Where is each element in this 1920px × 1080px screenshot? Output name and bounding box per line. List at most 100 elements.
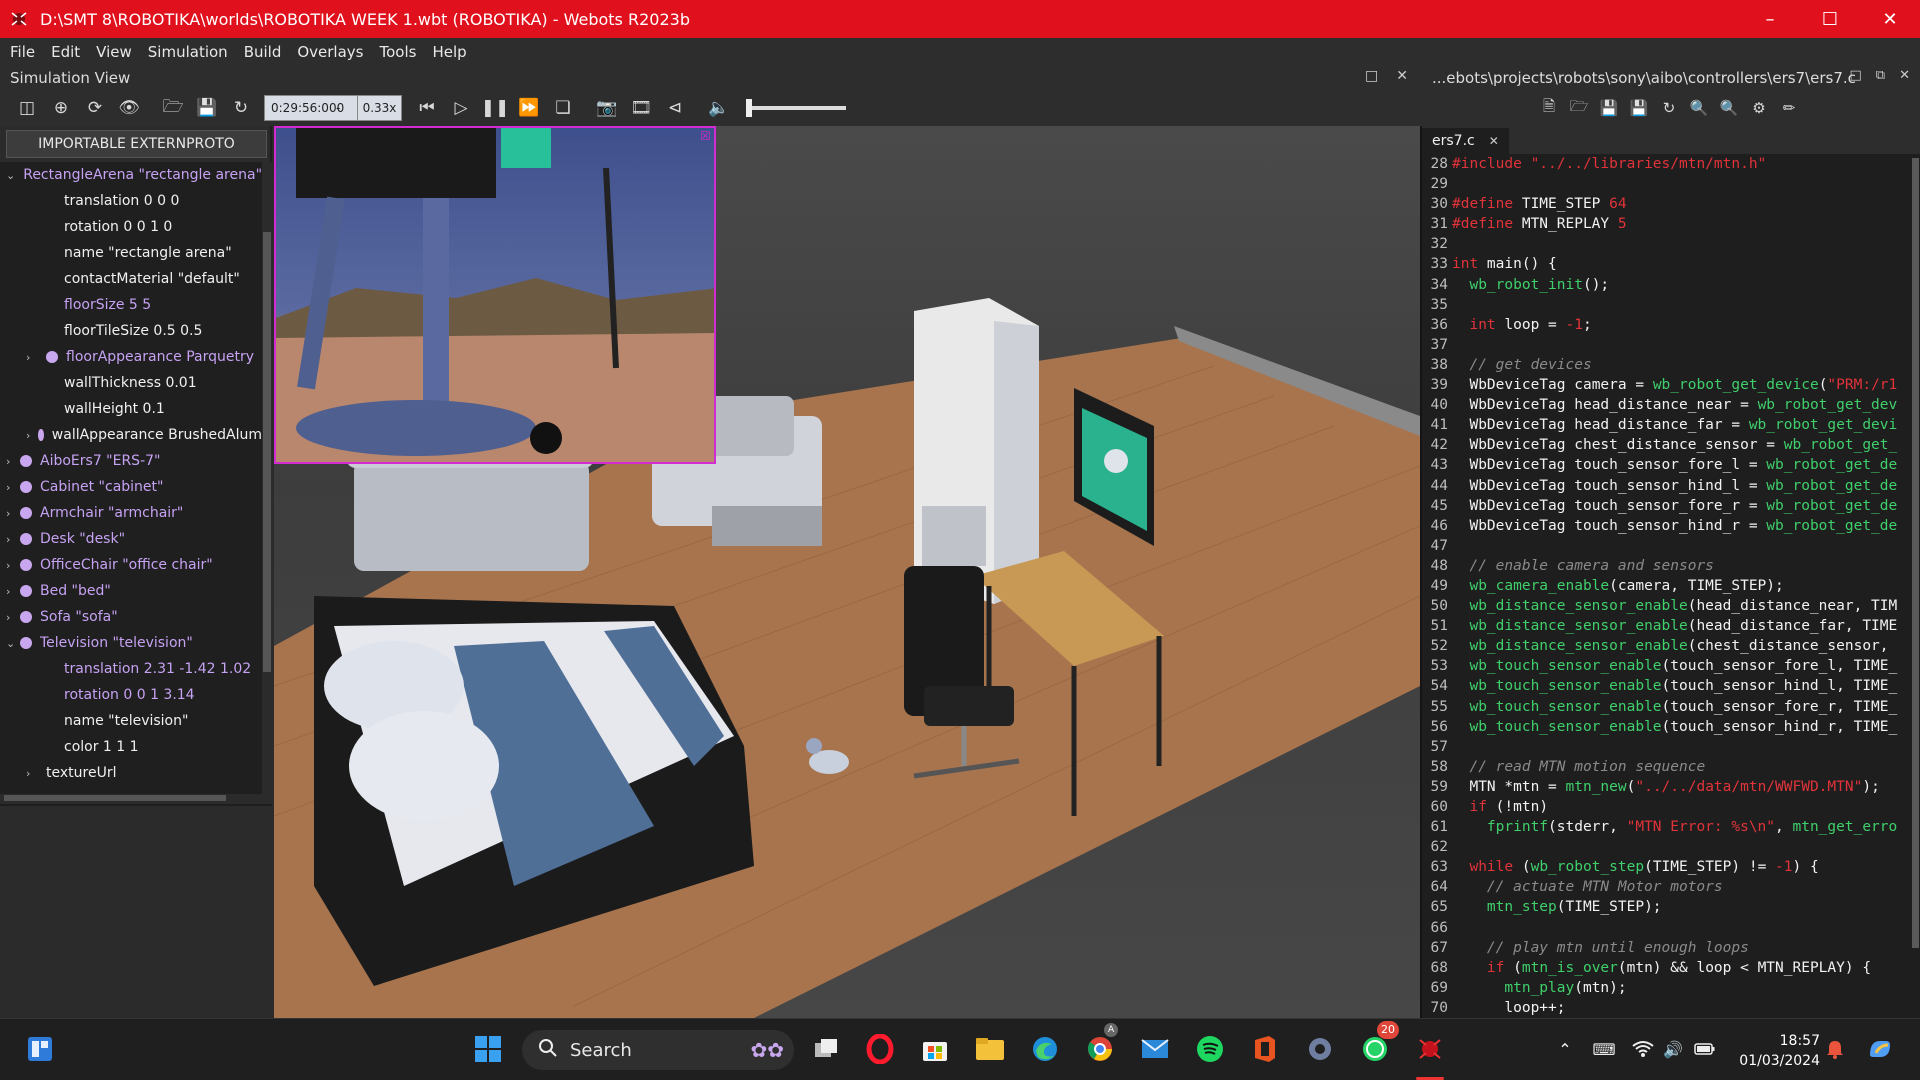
maximize-button[interactable]: ☐: [1800, 0, 1860, 38]
chrome-icon[interactable]: A: [1082, 1023, 1119, 1067]
notification-bell-icon[interactable]: [1822, 1031, 1848, 1067]
code-line[interactable]: 62: [1422, 839, 1910, 859]
tree-node[interactable]: › Armchair "armchair": [0, 500, 262, 526]
close-panel-icon[interactable]: ✕: [1396, 68, 1408, 84]
code-line[interactable]: 36 int loop = -1;: [1422, 317, 1910, 337]
tree-node[interactable]: › Cabinet "cabinet": [0, 474, 262, 500]
menu-tools[interactable]: Tools: [373, 43, 422, 61]
code-line[interactable]: 30 #define TIME_STEP 64: [1422, 196, 1910, 216]
tree-node[interactable]: rotation 0 0 1 0: [0, 214, 262, 240]
code-line[interactable]: 52 wb_distance_sensor_enable(chest_dista…: [1422, 638, 1910, 658]
code-line[interactable]: 33 int main() {: [1422, 256, 1910, 276]
open-file-icon[interactable]: 🗁: [1564, 93, 1594, 123]
maximize-panel-icon[interactable]: ⧉: [1876, 68, 1885, 83]
save-file-icon[interactable]: 💾: [1594, 93, 1624, 123]
code-line[interactable]: 57: [1422, 739, 1910, 759]
file-explorer-icon[interactable]: [972, 1031, 1008, 1067]
tab-ers7-c[interactable]: ers7.c ✕: [1422, 128, 1509, 154]
code-line[interactable]: 29: [1422, 176, 1910, 196]
webots-taskbar-icon[interactable]: [1412, 1031, 1448, 1067]
code-line[interactable]: 56 wb_touch_sensor_enable(touch_sensor_h…: [1422, 719, 1910, 739]
screenshot-icon[interactable]: 📷: [590, 93, 624, 123]
tree-node[interactable]: › wallAppearance BrushedAlum: [0, 422, 262, 448]
expand-chevron-right-icon[interactable]: ›: [6, 481, 20, 494]
tree-node[interactable]: › OfficeChair "office chair": [0, 552, 262, 578]
minimize-button[interactable]: –: [1740, 0, 1800, 38]
code-line[interactable]: 41 WbDeviceTag head_distance_far = wb_ro…: [1422, 417, 1910, 437]
code-line[interactable]: 61 fprintf(stderr, "MTN Error: %s\n", mt…: [1422, 819, 1910, 839]
code-line[interactable]: 65 mtn_step(TIME_STEP);: [1422, 899, 1910, 919]
close-panel-icon[interactable]: ✕: [1899, 68, 1910, 83]
undock-icon[interactable]: □: [1850, 68, 1862, 83]
code-line[interactable]: 38 // get devices: [1422, 357, 1910, 377]
menu-help[interactable]: Help: [426, 43, 472, 61]
revert-icon[interactable]: ↻: [1654, 93, 1684, 123]
office-icon[interactable]: [1247, 1031, 1283, 1067]
close-tab-icon[interactable]: ✕: [1489, 134, 1499, 148]
expand-chevron-right-icon[interactable]: ›: [6, 611, 20, 624]
tree-node[interactable]: floorSize 5 5: [0, 292, 262, 318]
code-line[interactable]: 31 #define MTN_REPLAY 5: [1422, 216, 1910, 236]
code-line[interactable]: 47: [1422, 538, 1910, 558]
opera-icon[interactable]: [862, 1031, 898, 1067]
tree-node[interactable]: wallThickness 0.01: [0, 370, 262, 396]
new-file-icon[interactable]: 🗎: [1534, 93, 1564, 123]
reload-view-icon[interactable]: ⟳: [78, 93, 112, 123]
expand-chevron-right-icon[interactable]: ›: [6, 585, 20, 598]
widgets-icon[interactable]: [22, 1031, 58, 1067]
code-line[interactable]: 64 // actuate MTN Motor motors: [1422, 879, 1910, 899]
code-line[interactable]: 66: [1422, 920, 1910, 940]
expand-chevron-down-icon[interactable]: ⌄: [6, 169, 15, 182]
keyboard-icon[interactable]: ⌨: [1590, 1031, 1618, 1067]
mute-icon[interactable]: 🔈: [702, 93, 736, 123]
fast-forward-icon[interactable]: ⏩: [512, 93, 546, 123]
tree-node[interactable]: › Desk "desk": [0, 526, 262, 552]
code-area[interactable]: 28 #include "../../libraries/mtn/mtn.h" 29…: [1422, 156, 1910, 1018]
tree-node[interactable]: translation 0 0 0: [0, 188, 262, 214]
code-line[interactable]: 70 loop++;: [1422, 1000, 1910, 1018]
code-line[interactable]: 49 wb_camera_enable(camera, TIME_STEP);: [1422, 578, 1910, 598]
share-icon[interactable]: ⊲: [658, 93, 692, 123]
volume-slider-knob[interactable]: [746, 99, 752, 117]
tree-node[interactable]: › AiboErs7 "ERS-7": [0, 448, 262, 474]
spotify-icon[interactable]: [1192, 1031, 1228, 1067]
menu-file[interactable]: File: [4, 43, 41, 61]
code-line[interactable]: 59 MTN *mtn = mtn_new("../../data/mtn/WW…: [1422, 779, 1910, 799]
microsoft-store-icon[interactable]: [917, 1031, 953, 1067]
expand-chevron-right-icon[interactable]: ›: [6, 559, 20, 572]
battery-icon[interactable]: [1692, 1031, 1718, 1067]
expand-chevron-right-icon[interactable]: ›: [26, 351, 40, 364]
code-line[interactable]: 46 WbDeviceTag touch_sensor_hind_r = wb_…: [1422, 518, 1910, 538]
tree-node[interactable]: wallHeight 0.1: [0, 396, 262, 422]
build-gear-icon[interactable]: ⚙: [1744, 93, 1774, 123]
tree-node[interactable]: › textureUrl: [0, 760, 262, 786]
code-line[interactable]: 68 if (mtn_is_over(mtn) && loop < MTN_RE…: [1422, 960, 1910, 980]
code-line[interactable]: 40 WbDeviceTag head_distance_near = wb_r…: [1422, 397, 1910, 417]
volume-icon[interactable]: 🔊: [1660, 1031, 1686, 1067]
save-all-icon[interactable]: 💾: [1624, 93, 1654, 123]
code-line[interactable]: 32: [1422, 236, 1910, 256]
taskbar-clock[interactable]: 18:57 01/03/2024: [1730, 1031, 1820, 1071]
camera-overlay-close-icon[interactable]: ☒: [700, 130, 712, 142]
code-line[interactable]: 48 // enable camera and sensors: [1422, 558, 1910, 578]
code-line[interactable]: 53 wb_touch_sensor_enable(touch_sensor_f…: [1422, 658, 1910, 678]
code-line[interactable]: 45 WbDeviceTag touch_sensor_fore_r = wb_…: [1422, 498, 1910, 518]
clean-brush-icon[interactable]: ✏: [1774, 93, 1804, 123]
save-icon[interactable]: 💾: [190, 93, 224, 123]
whatsapp-icon[interactable]: 20: [1357, 1021, 1399, 1067]
open-folder-icon[interactable]: 🗁: [156, 93, 190, 123]
record-movie-icon[interactable]: 🎞: [624, 93, 658, 123]
tree-node[interactable]: contactMaterial "default": [0, 266, 262, 292]
menu-edit[interactable]: Edit: [45, 43, 86, 61]
tree-node[interactable]: ⌄ Television "television": [0, 630, 262, 656]
expand-chevron-right-icon[interactable]: ›: [26, 767, 40, 780]
camera-overlay[interactable]: ☒: [274, 126, 716, 464]
add-node-icon[interactable]: ⊕: [44, 93, 78, 123]
code-line[interactable]: 67 // play mtn until enough loops: [1422, 940, 1910, 960]
volume-slider[interactable]: [746, 99, 846, 117]
close-window-button[interactable]: ✕: [1860, 0, 1920, 38]
code-line[interactable]: 37: [1422, 337, 1910, 357]
tree-node[interactable]: › floorAppearance Parquetry: [0, 344, 262, 370]
expand-chevron-right-icon[interactable]: ›: [6, 455, 20, 468]
menu-simulation[interactable]: Simulation: [142, 43, 234, 61]
